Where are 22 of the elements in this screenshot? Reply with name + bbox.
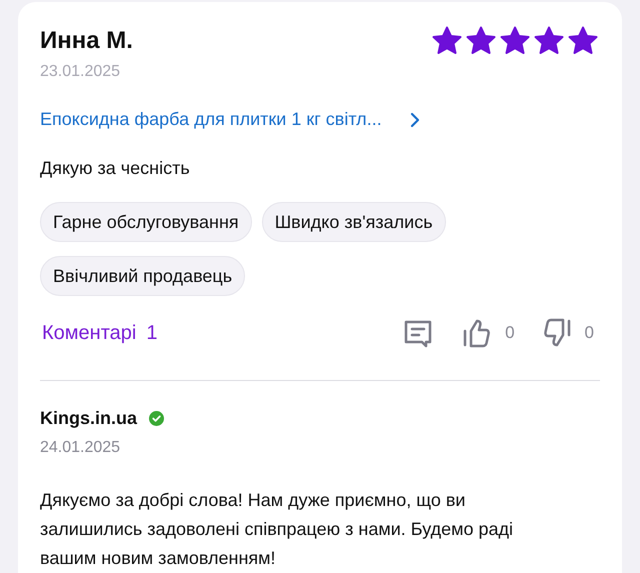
seller-name: Kings.in.ua [40, 407, 138, 430]
tag-chip: Ввічливий продавець [40, 256, 246, 296]
star-icon [432, 26, 462, 55]
review-text: Дякую за чесність [40, 157, 191, 180]
chevron-right-icon [410, 112, 420, 128]
dislike-count: 0 [584, 322, 594, 344]
thumbs-up-icon[interactable] [463, 318, 492, 348]
reply-text: Дякуємо за добрі слова! Нам дуже приємно, що ви залишились задоволені співпрацею з нами. Будемо раді вашим новим замовленням! [40, 489, 514, 570]
thumbs-down-icon[interactable] [542, 318, 571, 348]
product-link[interactable]: Епоксидна фарба для плитки 1 кг світл... [40, 106, 600, 133]
tag-chip: Гарне обслуговування [40, 202, 252, 242]
review-date: 23.01.2025 [40, 62, 122, 82]
reviewer-name: Инна М. [40, 26, 133, 56]
star-icon [466, 26, 496, 55]
comments-link[interactable]: Коментарі 1 [42, 318, 158, 348]
star-icon [568, 26, 598, 55]
star-icon [500, 26, 530, 55]
reply-date: 24.01.2025 [40, 438, 122, 458]
like-count: 0 [505, 322, 515, 344]
comment-icon[interactable] [403, 318, 434, 348]
star-icon [534, 26, 564, 55]
tag-chip: Швидко зв'язались [262, 202, 446, 242]
